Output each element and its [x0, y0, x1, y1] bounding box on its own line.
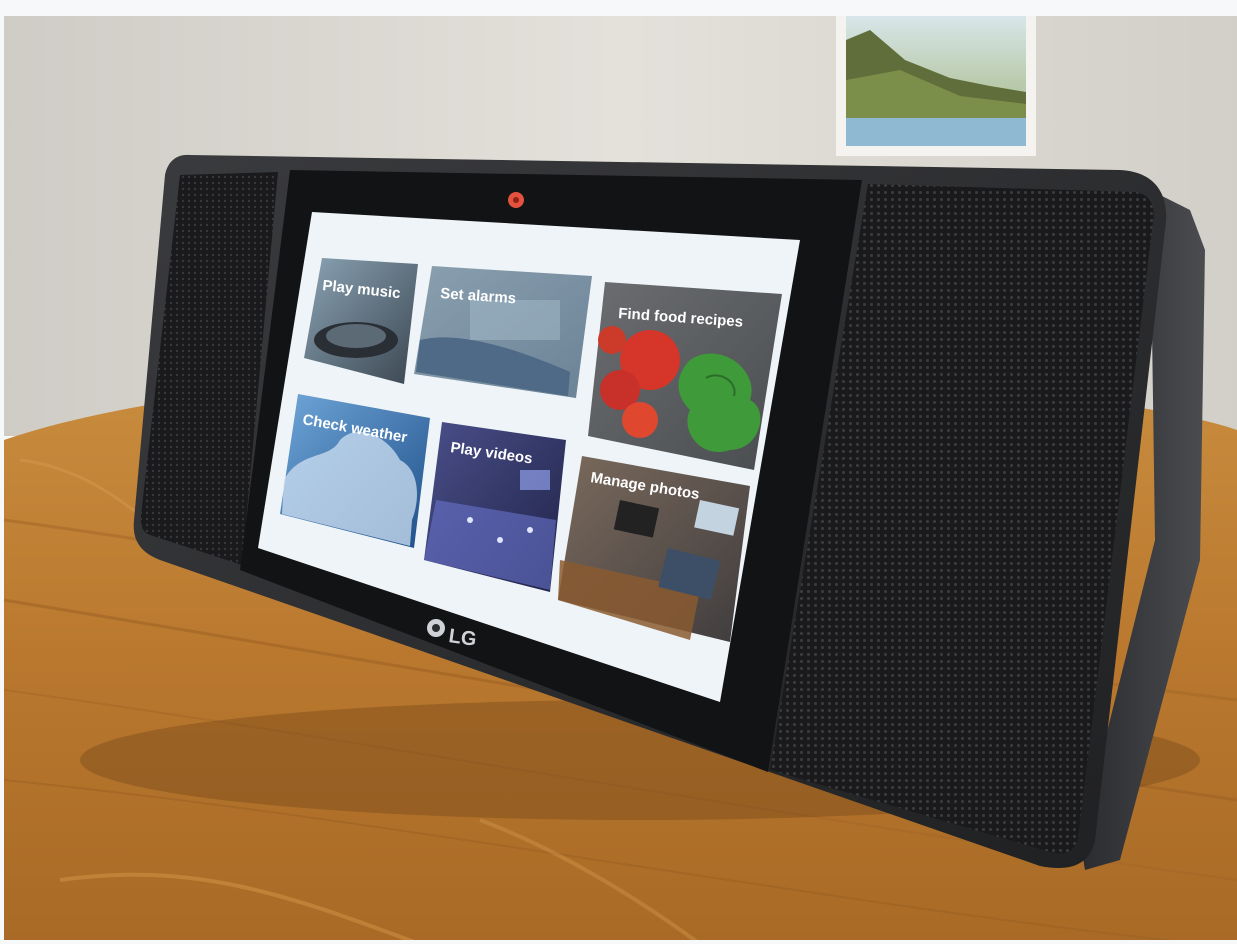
top-margin [0, 0, 1237, 16]
tomato [622, 402, 658, 438]
tomato [598, 326, 626, 354]
photo-scene: Play music Set alarms Find food recipes … [0, 0, 1237, 944]
tile-find-food-recipes[interactable]: Find food recipes [588, 282, 782, 470]
wall-painting [836, 16, 1036, 156]
bottom-margin [0, 940, 1237, 944]
brand-label: LG [447, 625, 478, 651]
